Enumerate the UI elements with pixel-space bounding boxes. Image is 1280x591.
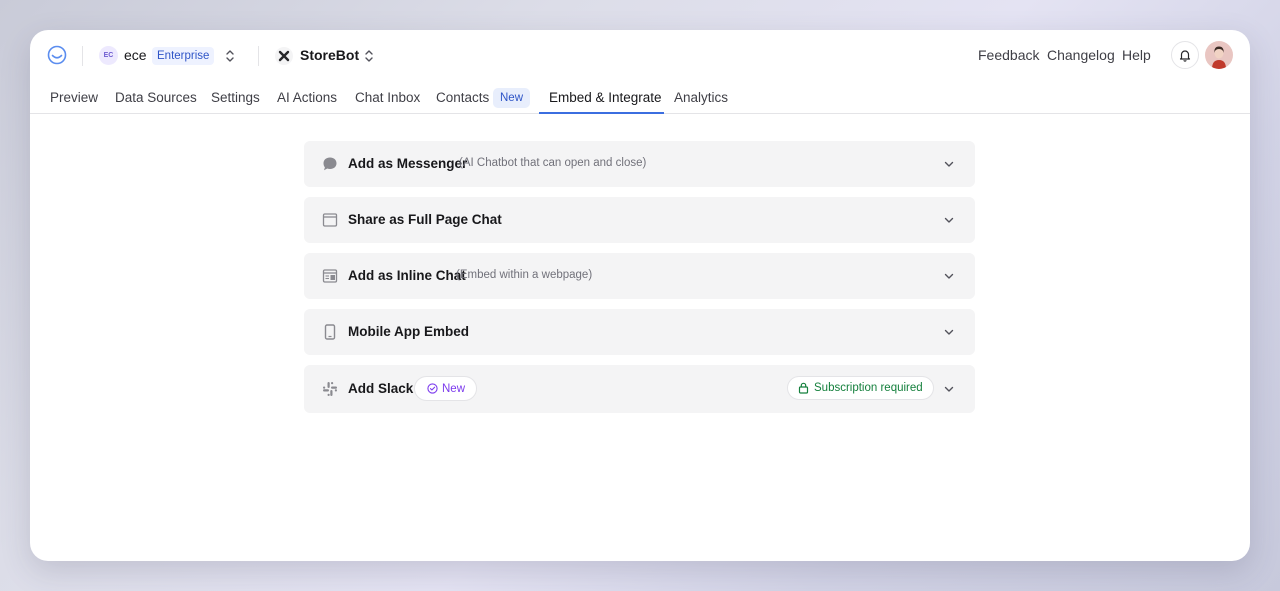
chevron-down-icon[interactable] [943, 158, 955, 170]
chevron-down-icon[interactable] [943, 214, 955, 226]
divider [82, 46, 83, 66]
slack-new-badge: New [414, 376, 478, 401]
tab-preview[interactable]: Preview [50, 90, 98, 114]
plan-badge: Enterprise [152, 47, 215, 65]
slack-icon [323, 382, 337, 396]
status-label: Subscription required [814, 382, 923, 394]
tab-analytics[interactable]: Analytics [674, 90, 728, 114]
tab-ai-actions[interactable]: AI Actions [277, 90, 337, 114]
app-logo-icon[interactable] [47, 45, 67, 65]
tab-settings[interactable]: Settings [211, 90, 260, 114]
browser-window-icon [322, 213, 338, 227]
tab-chat-inbox[interactable]: Chat Inbox [355, 90, 420, 114]
chevron-down-icon[interactable] [943, 270, 955, 282]
tab-bar: Preview Data Sources Settings AI Actions… [30, 82, 1250, 114]
workspace-avatar[interactable]: EC [99, 46, 118, 65]
lock-icon [798, 382, 809, 394]
user-avatar[interactable] [1205, 41, 1233, 69]
section-subtitle: (AI Chatbot that can open and close) [459, 157, 647, 169]
workspace-switcher-icon[interactable] [224, 48, 236, 64]
app-window: EC ece Enterprise StoreBot Feedback Chan… [30, 30, 1250, 561]
section-title: Add Slack [348, 381, 414, 396]
contacts-new-badge: New [493, 88, 531, 108]
accordion-add-slack[interactable]: Add Slack New Subscription required [304, 365, 975, 413]
bot-icon [275, 47, 293, 65]
tab-contacts[interactable]: Contacts [436, 90, 489, 114]
bell-icon [1179, 50, 1191, 62]
active-tab-indicator [539, 112, 664, 114]
bot-name[interactable]: StoreBot [300, 47, 359, 63]
accordion-inline-chat[interactable]: Add as Inline Chat (Embed within a webpa… [304, 253, 975, 299]
chevron-down-icon[interactable] [943, 326, 955, 338]
notifications-button[interactable] [1171, 41, 1199, 69]
accordion-add-as-messenger[interactable]: Add as Messenger (AI Chatbot that can op… [304, 141, 975, 187]
section-title: Mobile App Embed [348, 324, 469, 339]
workspace-name[interactable]: ece [124, 47, 147, 63]
mobile-phone-icon [324, 324, 336, 340]
top-bar: EC ece Enterprise StoreBot Feedback Chan… [30, 30, 1250, 82]
check-circle-icon [427, 383, 438, 394]
subscription-required-badge: Subscription required [787, 376, 934, 400]
chevron-down-icon[interactable] [943, 383, 955, 395]
tab-embed-integrate[interactable]: Embed & Integrate [549, 90, 662, 114]
divider [258, 46, 259, 66]
accordion-mobile-app-embed[interactable]: Mobile App Embed [304, 309, 975, 355]
section-title: Share as Full Page Chat [348, 212, 502, 227]
badge-label: New [442, 382, 466, 395]
user-photo-icon [1205, 41, 1233, 69]
section-title: Add as Inline Chat [348, 268, 466, 283]
feedback-link[interactable]: Feedback [978, 47, 1039, 63]
chat-bubble-icon [323, 157, 337, 171]
tab-data-sources[interactable]: Data Sources [115, 90, 197, 114]
changelog-link[interactable]: Changelog [1047, 47, 1115, 63]
accordion-full-page-chat[interactable]: Share as Full Page Chat [304, 197, 975, 243]
bot-switcher-icon[interactable] [363, 48, 375, 64]
section-title: Add as Messenger [348, 156, 468, 171]
help-link[interactable]: Help [1122, 47, 1151, 63]
inline-embed-icon [322, 269, 338, 283]
section-subtitle: (Embed within a webpage) [456, 269, 593, 281]
